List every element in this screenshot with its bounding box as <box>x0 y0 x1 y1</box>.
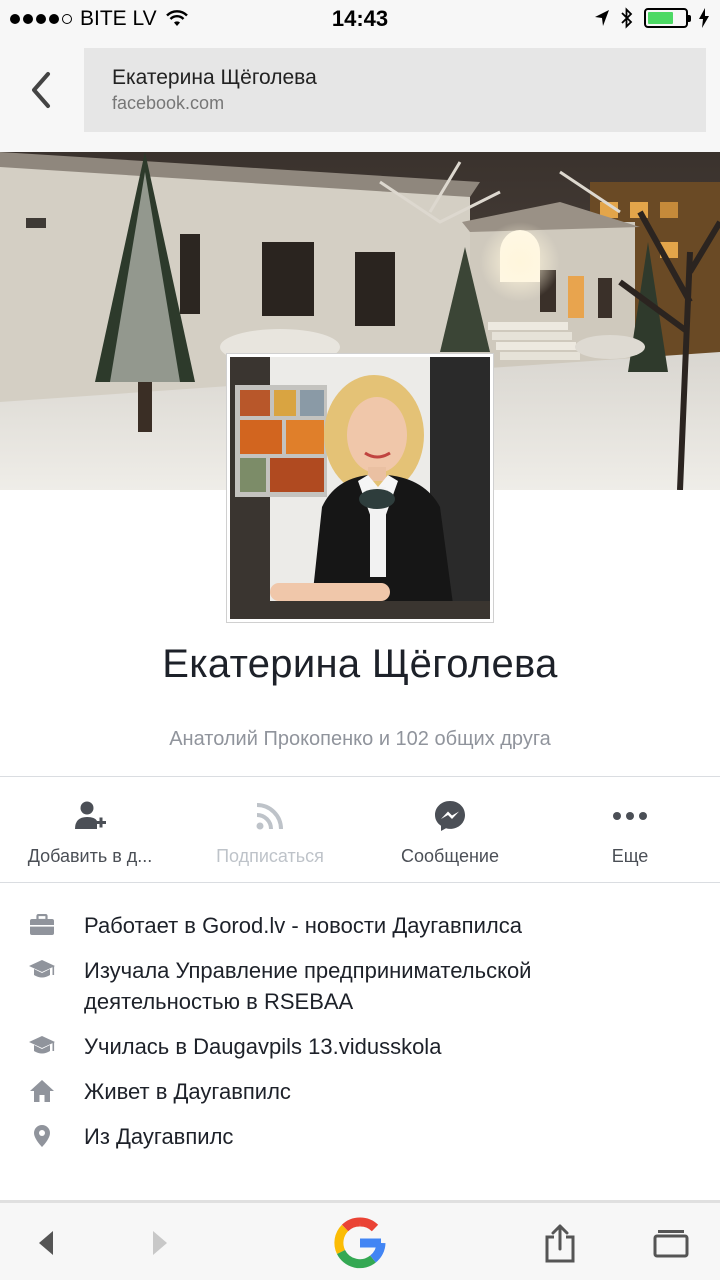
browser-back-button[interactable] <box>22 68 62 112</box>
location-arrow-icon <box>595 10 609 26</box>
graduation-cap-icon <box>28 1032 56 1060</box>
follow-button[interactable]: Подписаться <box>180 778 360 882</box>
info-work[interactable]: Работает в Gorod.lv - новости Даугавпилс… <box>0 910 720 941</box>
forward-arrow-icon <box>153 1231 167 1255</box>
add-friend-icon <box>73 798 107 834</box>
message-button[interactable]: Сообщение <box>360 778 540 882</box>
browser-address-bar: Екатерина Щёголева facebook.com <box>0 38 720 152</box>
tabs-icon <box>653 1230 689 1258</box>
info-lives-text: Живет в Даугавпилс <box>84 1079 291 1104</box>
info-university-text: Изучала Управление предпринимательской д… <box>84 958 532 1014</box>
home-icon <box>28 1077 56 1105</box>
info-from[interactable]: Из Даугавпилс <box>0 1121 720 1152</box>
info-lives[interactable]: Живет в Даугавпилс <box>0 1076 720 1107</box>
location-pin-icon <box>28 1122 56 1150</box>
toolbar-back-button[interactable] <box>26 1203 66 1280</box>
back-arrow-icon <box>39 1231 53 1255</box>
url-page-title: Екатерина Щёголева <box>112 66 317 89</box>
more-label: Еще <box>611 846 649 866</box>
follow-label: Подписаться <box>216 846 324 866</box>
charging-bolt-icon <box>699 8 709 28</box>
profile-name: Екатерина Щёголева <box>162 642 558 686</box>
intro-details: Работает в Gorod.lv - новости Даугавпилс… <box>0 910 720 1166</box>
divider <box>0 882 720 883</box>
google-home-button[interactable] <box>330 1203 390 1280</box>
url-host: facebook.com <box>112 93 225 113</box>
rss-icon <box>255 798 285 834</box>
google-icon <box>334 1217 386 1269</box>
mutual-friends-link[interactable]: Анатолий Прокопенко и 102 общих друга <box>0 728 720 751</box>
battery-icon <box>644 8 691 28</box>
add-friend-button[interactable]: Добавить в д... <box>0 778 180 882</box>
chevron-left-icon <box>32 72 50 108</box>
graduation-cap-icon <box>28 956 56 984</box>
profile-picture[interactable] <box>226 353 494 623</box>
tabs-button[interactable] <box>648 1203 694 1280</box>
url-field[interactable]: Екатерина Щёголева facebook.com <box>84 48 706 132</box>
divider <box>0 776 720 777</box>
briefcase-icon <box>28 911 56 939</box>
info-university[interactable]: Изучала Управление предпринимательской д… <box>0 955 720 1017</box>
share-icon <box>545 1224 575 1263</box>
more-button[interactable]: Еще <box>540 778 720 882</box>
status-bar: BITE LV 14:43 <box>0 0 720 38</box>
browser-toolbar <box>0 1200 720 1280</box>
bluetooth-icon <box>621 7 633 29</box>
info-work-text: Работает в Gorod.lv - новости Даугавпилс… <box>84 913 522 938</box>
profile-actions: Добавить в д... Подписаться Сообщение Ещ… <box>0 778 720 882</box>
messenger-icon <box>433 798 467 834</box>
toolbar-forward-button[interactable] <box>140 1203 180 1280</box>
info-school-text: Училась в Daugavpils 13.vidusskola <box>84 1034 442 1059</box>
add-friend-label: Добавить в д... <box>27 846 153 866</box>
info-from-text: Из Даугавпилс <box>84 1124 234 1149</box>
more-icon <box>612 798 648 834</box>
info-school[interactable]: Училась в Daugavpils 13.vidusskola <box>0 1031 720 1062</box>
message-label: Сообщение <box>401 846 499 866</box>
status-icons <box>594 7 710 29</box>
share-button[interactable] <box>538 1203 582 1280</box>
